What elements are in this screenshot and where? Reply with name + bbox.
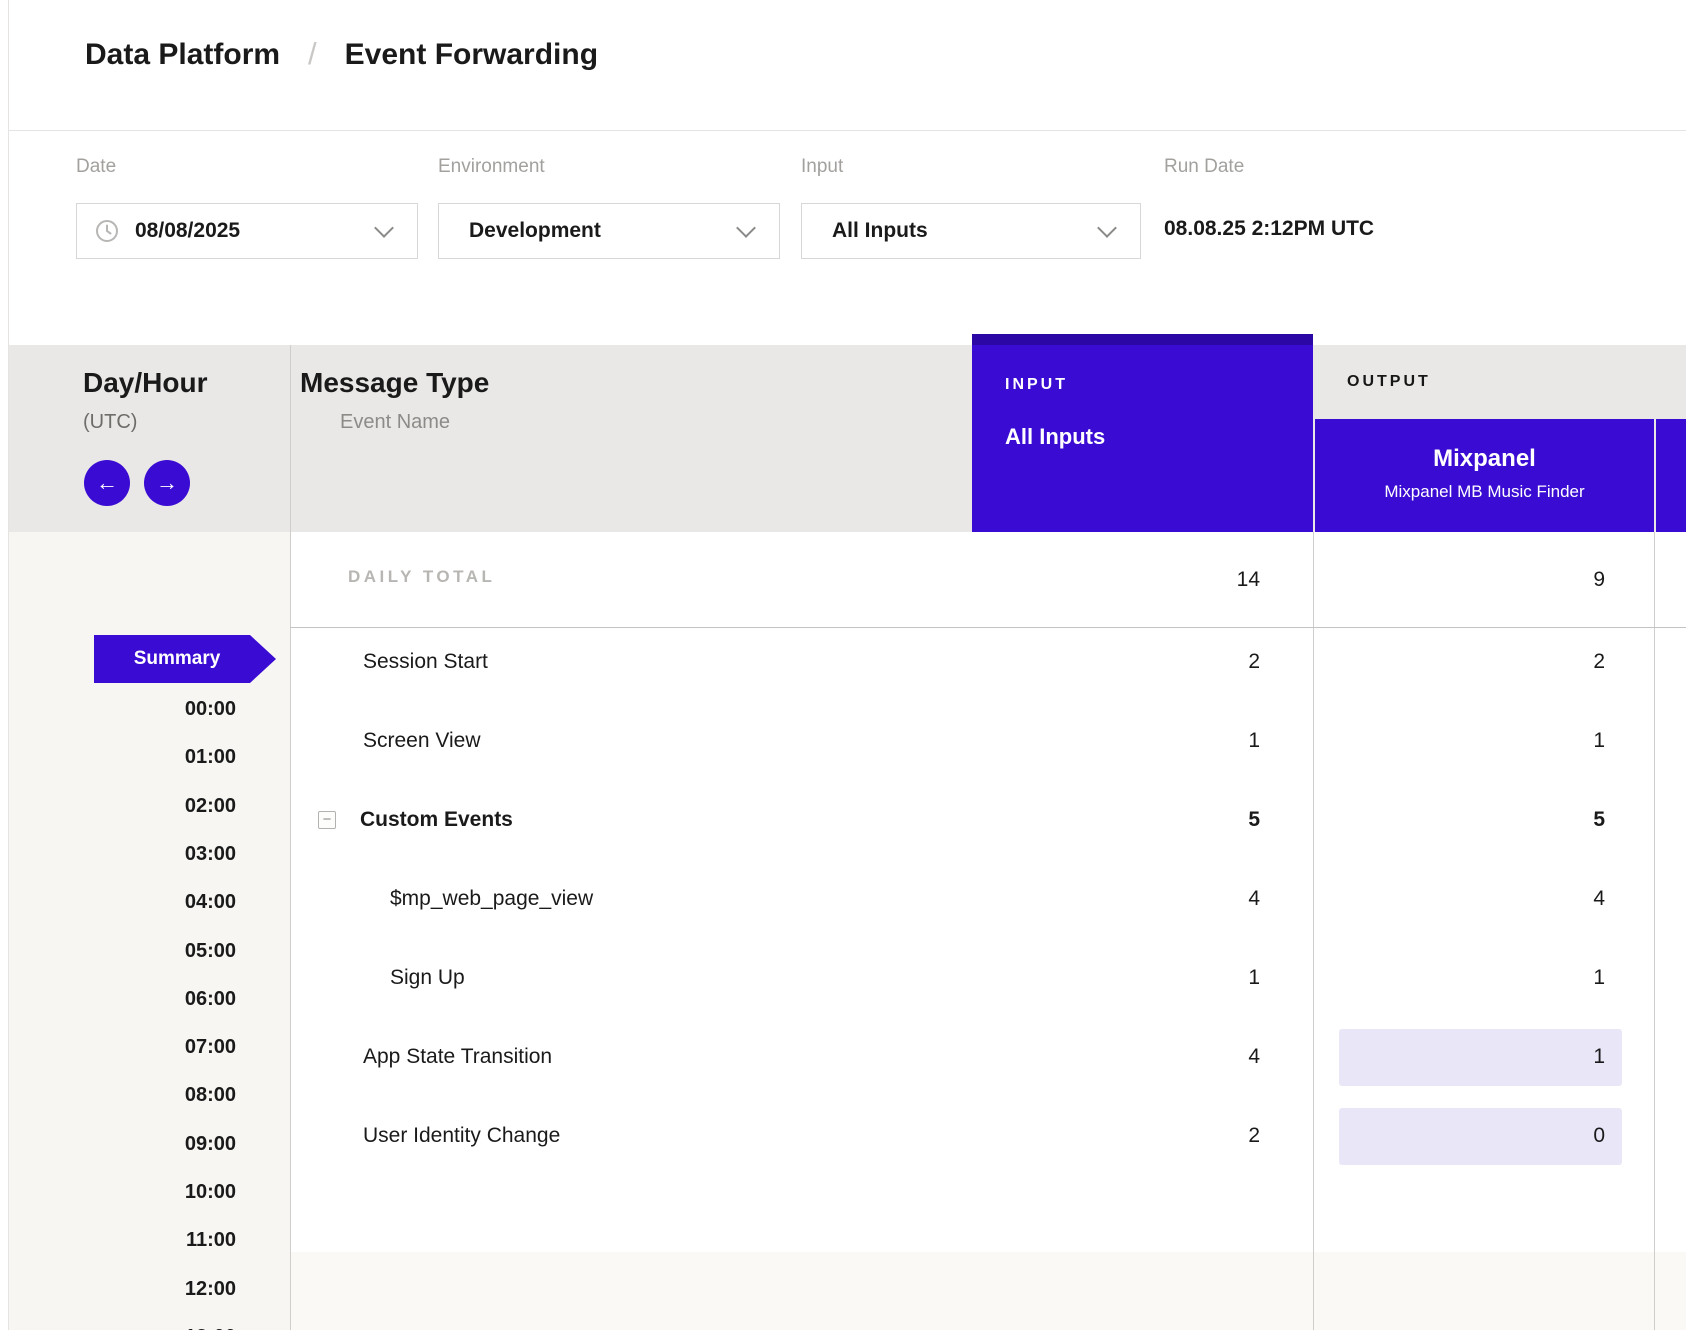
run-date-value: 08.08.25 2:12PM UTC xyxy=(1164,217,1374,241)
row-label[interactable]: Session Start xyxy=(363,648,488,676)
hour-slot[interactable]: 04:00 xyxy=(60,888,236,916)
hour-slot[interactable]: 13:00 xyxy=(60,1323,236,1330)
input-count-cell: 4 xyxy=(1000,1043,1260,1071)
row-label[interactable]: Custom Events xyxy=(360,806,513,834)
output-count-cell: 5 xyxy=(1345,806,1605,834)
row-label[interactable]: Screen View xyxy=(363,727,481,755)
row-label[interactable]: App State Transition xyxy=(363,1043,552,1071)
hour-slot[interactable]: 00:00 xyxy=(60,695,236,723)
row-label[interactable]: User Identity Change xyxy=(363,1122,560,1150)
date-filter-label: Date xyxy=(76,156,116,178)
column-divider xyxy=(290,345,291,1330)
summary-tab[interactable]: Summary xyxy=(94,635,250,683)
input-count-cell: 4 xyxy=(1000,885,1260,913)
hour-slot[interactable]: 07:00 xyxy=(60,1033,236,1061)
breadcrumb-parent[interactable]: Data Platform xyxy=(85,38,280,72)
date-dropdown[interactable]: 08/08/2025 xyxy=(76,203,418,259)
input-eyebrow: INPUT xyxy=(1005,376,1313,394)
collapse-toggle-icon[interactable]: − xyxy=(318,811,336,829)
run-date-label: Run Date xyxy=(1164,156,1244,178)
output-count-cell: 0 xyxy=(1345,1122,1605,1150)
breadcrumb-separator: / xyxy=(308,36,317,72)
input-count-cell: 2 xyxy=(1000,648,1260,676)
daily-total-output-value: 9 xyxy=(1345,566,1605,594)
table-footer-background xyxy=(290,1252,1686,1330)
day-hour-title: Day/Hour xyxy=(83,367,207,399)
hour-slot[interactable]: 05:00 xyxy=(60,937,236,965)
next-day-button[interactable]: → xyxy=(144,460,190,506)
input-column-name: All Inputs xyxy=(1005,424,1313,450)
header-divider xyxy=(9,130,1686,131)
environment-filter-label: Environment xyxy=(438,156,545,178)
input-count-cell: 2 xyxy=(1000,1122,1260,1150)
input-column-header[interactable]: INPUT All Inputs xyxy=(972,334,1313,532)
output-count-cell: 1 xyxy=(1345,727,1605,755)
row-label[interactable]: Sign Up xyxy=(390,964,465,992)
daily-total-input-value: 14 xyxy=(1000,566,1260,594)
chevron-down-icon xyxy=(374,218,394,238)
daily-total-divider xyxy=(290,627,1686,628)
message-type-title: Message Type xyxy=(300,367,489,399)
output-column-header-truncated xyxy=(1656,419,1686,532)
chevron-down-icon xyxy=(736,218,756,238)
clock-icon xyxy=(95,219,119,243)
hour-slot[interactable]: 01:00 xyxy=(60,743,236,771)
hour-slot[interactable]: 11:00 xyxy=(60,1226,236,1254)
input-count-cell: 1 xyxy=(1000,727,1260,755)
input-value: All Inputs xyxy=(832,219,928,243)
input-dropdown[interactable]: All Inputs xyxy=(801,203,1141,259)
output-eyebrow: OUTPUT xyxy=(1347,373,1431,391)
output-count-cell: 1 xyxy=(1345,1043,1605,1071)
hour-slot[interactable]: 10:00 xyxy=(60,1178,236,1206)
input-count-cell: 1 xyxy=(1000,964,1260,992)
hour-slot[interactable]: 06:00 xyxy=(60,985,236,1013)
summary-tab-pointer xyxy=(250,635,276,683)
column-divider xyxy=(1313,532,1314,1330)
chevron-down-icon xyxy=(1097,218,1117,238)
environment-value: Development xyxy=(469,219,601,243)
hour-slot[interactable]: 02:00 xyxy=(60,792,236,820)
summary-tab-label: Summary xyxy=(134,648,221,670)
input-filter-label: Input xyxy=(801,156,843,178)
hour-slot[interactable]: 12:00 xyxy=(60,1275,236,1303)
output-column-header-mixpanel[interactable]: Mixpanel Mixpanel MB Music Finder xyxy=(1315,419,1654,532)
day-hour-subtitle: (UTC) xyxy=(83,411,137,434)
output-count-cell: 1 xyxy=(1345,964,1605,992)
environment-dropdown[interactable]: Development xyxy=(438,203,780,259)
arrow-left-icon: ← xyxy=(96,470,118,496)
output-count-cell: 4 xyxy=(1345,885,1605,913)
hour-slot[interactable]: 03:00 xyxy=(60,840,236,868)
hour-slot[interactable]: 09:00 xyxy=(60,1130,236,1158)
arrow-right-icon: → xyxy=(156,470,178,496)
event-forwarding-page: Data Platform / Event Forwarding Date 08… xyxy=(0,0,1686,1330)
output-count-cell: 2 xyxy=(1345,648,1605,676)
page-title: Event Forwarding xyxy=(345,38,598,72)
event-name-subtitle: Event Name xyxy=(340,411,450,434)
prev-day-button[interactable]: ← xyxy=(84,460,130,506)
date-value: 08/08/2025 xyxy=(135,219,240,243)
hour-slot[interactable]: 08:00 xyxy=(60,1081,236,1109)
output-column-subtitle: Mixpanel MB Music Finder xyxy=(1315,482,1654,502)
output-column-name: Mixpanel xyxy=(1315,445,1654,473)
breadcrumb: Data Platform / Event Forwarding xyxy=(85,36,598,72)
row-label[interactable]: $mp_web_page_view xyxy=(390,885,593,913)
column-divider xyxy=(1654,532,1655,1330)
input-count-cell: 5 xyxy=(1000,806,1260,834)
daily-total-label: DAILY TOTAL xyxy=(348,567,495,587)
